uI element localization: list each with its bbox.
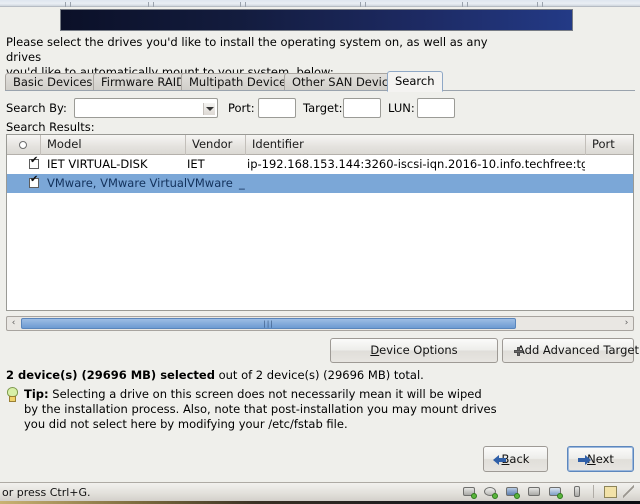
- network-icon[interactable]: [505, 485, 521, 499]
- tray-separator: [592, 485, 594, 498]
- tab-search[interactable]: Search: [387, 71, 443, 92]
- icon-body: [574, 486, 581, 497]
- search-by-dropdown[interactable]: [74, 98, 218, 118]
- cell-model: IET VIRTUAL-DISK: [47, 157, 148, 171]
- lun-input[interactable]: [417, 98, 455, 118]
- next-button[interactable]: Next: [567, 446, 634, 472]
- scroll-right-arrow-icon[interactable]: ›: [620, 317, 633, 330]
- cell-model: VMware, VMware Virtual S: [47, 176, 187, 190]
- icon-body: [604, 486, 618, 498]
- status-dot: [470, 493, 477, 499]
- tab-firmware-raid[interactable]: Firmware RAID: [93, 73, 193, 91]
- menu-tick: [65, 2, 66, 7]
- lightbulb-icon: [6, 387, 19, 402]
- notes-icon[interactable]: [604, 485, 619, 499]
- device-options-label: evice Options: [379, 343, 458, 357]
- tip-text: Tip: Selecting a drive on this screen do…: [24, 387, 499, 432]
- row-checkbox[interactable]: [29, 175, 39, 188]
- selection-summary-bold: 2 device(s) (29696 MB) selected: [6, 368, 215, 382]
- search-results-table: Model Vendor Identifier Port IET VIRTUAL…: [6, 134, 634, 311]
- vmware-status-bar: or press Ctrl+G.: [0, 482, 640, 501]
- arrow-shaft: [498, 458, 506, 462]
- column-header-identifier[interactable]: Identifier: [246, 135, 586, 155]
- status-dot: [514, 493, 521, 499]
- text-cursor: _: [239, 176, 245, 190]
- device-options-button[interactable]: Device Options: [330, 338, 498, 363]
- hard-disk-icon[interactable]: [462, 485, 477, 499]
- menu-tick: [360, 2, 361, 7]
- table-row[interactable]: VMware, VMware Virtual S VMware _: [7, 174, 633, 193]
- menu-tick: [542, 2, 543, 7]
- device-options-mnemonic: D: [370, 343, 380, 357]
- status-tray: [459, 485, 634, 500]
- search-results-label: Search Results:: [6, 120, 95, 134]
- tab-multipath-devices[interactable]: Multipath Devices: [181, 73, 301, 91]
- column-header-vendor[interactable]: Vendor: [186, 135, 246, 155]
- cell-vendor: VMware: [187, 176, 233, 190]
- select-all-column-header[interactable]: [7, 135, 41, 155]
- add-advanced-target-button[interactable]: Add Advanced Target: [502, 338, 639, 363]
- selection-summary: 2 device(s) (29696 MB) selected out of 2…: [6, 368, 424, 382]
- menu-tick: [70, 2, 71, 7]
- horizontal-scrollbar[interactable]: ‹ › |||: [6, 316, 634, 331]
- menu-tick: [365, 2, 366, 7]
- icon-body: [527, 487, 540, 496]
- scroll-left-arrow-icon[interactable]: ‹: [7, 317, 20, 330]
- port-label: Port:: [228, 101, 255, 115]
- radio-icon: [19, 141, 27, 149]
- menu-tick: [153, 2, 154, 7]
- port-input[interactable]: [258, 98, 296, 118]
- arrow-head: [585, 455, 591, 465]
- bulb-base: [9, 396, 16, 402]
- installer-banner: [60, 9, 573, 31]
- menu-tick: [240, 2, 241, 7]
- add-advanced-target-label: Add Advanced Target: [517, 343, 639, 357]
- selection-summary-rest: out of 2 device(s) (29696 MB) total.: [214, 368, 424, 382]
- tab-basic-devices[interactable]: Basic Devices: [5, 73, 101, 91]
- menu-tick: [462, 2, 463, 7]
- tip-label: Tip:: [24, 387, 49, 401]
- grip-icon: |||: [263, 320, 274, 328]
- back-label: ack: [509, 452, 530, 466]
- menu-tick: [467, 2, 468, 7]
- target-label: Target:: [303, 101, 343, 115]
- resize-grip-icon[interactable]: [623, 485, 634, 498]
- table-row[interactable]: IET VIRTUAL-DISK IET ip-192.168.153.144:…: [7, 155, 633, 174]
- device-tabs: Basic Devices Firmware RAID Multipath De…: [5, 71, 635, 92]
- column-header-model[interactable]: Model: [41, 135, 186, 155]
- cell-vendor: IET: [187, 157, 205, 171]
- status-dot: [492, 493, 499, 499]
- next-label: ext: [595, 452, 614, 466]
- cell-identifier: ip-192.168.153.144:3260-iscsi-iqn.2016-1…: [247, 157, 585, 171]
- printer-icon[interactable]: [527, 485, 542, 499]
- plus-icon: [514, 347, 523, 356]
- lun-label: LUN:: [388, 101, 415, 115]
- tip-body: Selecting a drive on this screen does no…: [24, 387, 497, 431]
- status-dot: [557, 493, 564, 499]
- menu-bar-strip[interactable]: [0, 0, 640, 7]
- instruction-line-1: Please select the drives you'd like to i…: [6, 35, 488, 64]
- target-input[interactable]: [343, 98, 381, 118]
- menu-tick: [148, 2, 149, 7]
- menu-tick: [537, 2, 538, 7]
- back-button[interactable]: Back: [483, 446, 548, 472]
- search-by-label: Search By:: [6, 101, 67, 115]
- column-header-port[interactable]: Port: [586, 135, 635, 155]
- scrollbar-thumb[interactable]: |||: [21, 318, 516, 329]
- usb-icon[interactable]: [570, 485, 585, 499]
- cd-drive-icon[interactable]: [483, 485, 499, 499]
- arrow-left-icon: [493, 455, 507, 465]
- row-checkbox[interactable]: [29, 156, 39, 169]
- sound-icon[interactable]: [548, 485, 564, 499]
- arrow-right-icon: [578, 455, 592, 465]
- status-bar-text: or press Ctrl+G.: [2, 486, 91, 499]
- table-body: IET VIRTUAL-DISK IET ip-192.168.153.144:…: [7, 155, 633, 310]
- table-header-row: Model Vendor Identifier Port: [7, 135, 633, 155]
- menu-tick: [245, 2, 246, 7]
- chevron-down-icon: [203, 103, 215, 115]
